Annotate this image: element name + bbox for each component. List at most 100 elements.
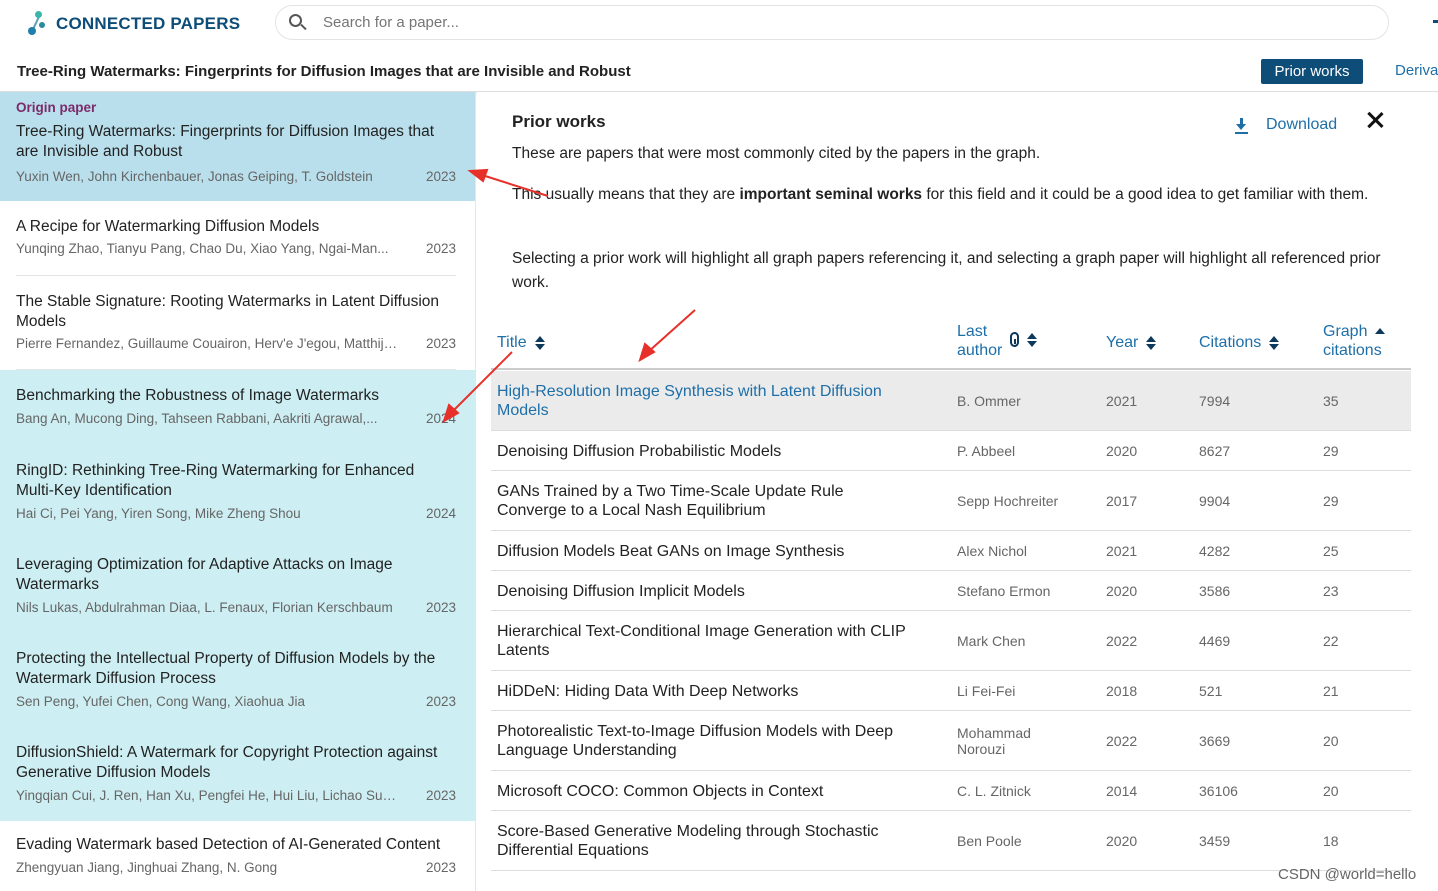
row-title[interactable]: HiDDeN: Hiding Data With Deep Networks [497,682,917,701]
table-row[interactable]: Denoising Diffusion Probabilistic Models… [491,431,1411,471]
row-title[interactable]: Hierarchical Text-Conditional Image Gene… [497,622,917,660]
panel-title: Prior works [512,112,606,131]
table-row[interactable]: Hierarchical Text-Conditional Image Gene… [491,611,1411,671]
origin-paper-label: Origin paper [16,100,97,115]
row-year: 2021 [1106,393,1138,409]
top-bar: CONNECTED PAPERS [0,0,1438,50]
row-graph-citations: 25 [1323,543,1339,559]
table-row[interactable]: HiDDeN: Hiding Data With Deep Networks L… [491,671,1411,711]
list-item-authors: Pierre Fernandez, Guillaume Couairon, He… [16,336,401,351]
prior-works-button[interactable]: Prior works [1261,59,1363,84]
search-box[interactable] [275,5,1389,40]
list-item-title: Tree-Ring Watermarks: Fingerprints for D… [16,123,435,160]
sort-citations-header[interactable]: Citations [1199,333,1280,352]
list-item[interactable]: Protecting the Intellectual Property of … [0,633,475,727]
row-title[interactable]: Denoising Diffusion Implicit Models [497,582,917,601]
table-row[interactable]: Photorealistic Text-to-Image Diffusion M… [491,711,1411,771]
list-item[interactable]: Evading Watermark based Detection of AI-… [0,821,475,891]
panel-description-3: Selecting a prior work will highlight al… [512,250,1381,291]
row-author: Ben Poole [957,833,1022,849]
row-citations: 4282 [1199,543,1231,559]
row-title[interactable]: Denoising Diffusion Probabilistic Models [497,442,917,461]
row-citations: 7994 [1199,393,1231,409]
list-item-title: RingID: Rethinking Tree-Ring Watermarkin… [16,462,415,499]
connected-papers-logo-icon [26,11,48,37]
logo[interactable]: CONNECTED PAPERS [26,11,240,37]
list-item-year: 2023 [425,336,456,351]
row-graph-citations: 35 [1323,393,1339,409]
search-input[interactable] [323,14,1223,31]
list-item-authors: Nils Lukas, Abdulrahman Diaa, L. Fenaux,… [16,600,393,615]
list-item[interactable]: RingID: Rethinking Tree-Ring Watermarkin… [0,445,475,539]
list-item-title: Protecting the Intellectual Property of … [16,650,436,687]
row-title[interactable]: Diffusion Models Beat GANs on Image Synt… [497,542,917,561]
row-title[interactable]: GANs Trained by a Two Time-Scale Update … [497,482,917,520]
row-author: Sepp Hochreiter [957,493,1059,509]
table-row[interactable]: High-Resolution Image Synthesis with Lat… [491,371,1411,431]
row-graph-citations: 21 [1323,683,1339,699]
list-item-title: The Stable Signature: Rooting Watermarks… [16,293,440,330]
list-item[interactable]: The Stable Signature: Rooting Watermarks… [0,276,475,370]
download-icon[interactable] [1234,118,1248,134]
row-title[interactable]: Score-Based Generative Modeling through … [497,822,917,860]
row-graph-citations: 22 [1323,633,1339,649]
row-title[interactable]: Photorealistic Text-to-Image Diffusion M… [497,722,917,760]
row-citations: 3586 [1199,583,1231,599]
row-title[interactable]: Microsoft COCO: Common Objects in Contex… [497,782,917,801]
row-graph-citations: 29 [1323,493,1339,509]
watermark: CSDN @world=hello [1278,866,1417,883]
list-item-authors: Yuxin Wen, John Kirchenbauer, Jonas Geip… [16,169,373,184]
graph-paper-title: Tree-Ring Watermarks: Fingerprints for D… [17,63,631,80]
row-title[interactable]: High-Resolution Image Synthesis with Lat… [497,382,917,420]
menu-edge-icon[interactable] [1433,20,1438,23]
row-year: 2014 [1106,783,1138,799]
download-button[interactable]: Download [1266,116,1337,134]
sort-last-author-header[interactable]: Last author [957,322,1038,360]
list-item-authors: Yunqing Zhao, Tianyu Pang, Chao Du, Xiao… [16,241,389,256]
row-author: B. Ommer [957,393,1021,409]
list-item-authors: Yingqian Cui, J. Ren, Han Xu, Pengfei He… [16,788,401,803]
list-item-authors: Bang An, Mucong Ding, Tahseen Rabbani, A… [16,411,378,426]
table-row[interactable]: Denoising Diffusion Implicit Models Stef… [491,571,1411,611]
list-item-title: Benchmarking the Robustness of Image Wat… [16,387,379,404]
origin-paper-item[interactable]: Origin paper Tree-Ring Watermarks: Finge… [0,92,475,201]
derivative-works-button[interactable]: Deriva [1395,62,1438,79]
list-item[interactable]: A Recipe for Watermarking Diffusion Mode… [0,201,475,276]
row-year: 2022 [1106,733,1138,749]
table-row[interactable]: Score-Based Generative Modeling through … [491,811,1411,871]
panel-description-1: These are papers that were most commonly… [512,145,1041,162]
row-graph-citations: 20 [1323,733,1339,749]
row-graph-citations: 18 [1323,833,1339,849]
list-item[interactable]: Benchmarking the Robustness of Image Wat… [0,370,475,445]
table-row[interactable]: Microsoft COCO: Common Objects in Contex… [491,771,1411,811]
row-author: Alex Nichol [957,543,1028,559]
row-citations: 36106 [1199,783,1238,799]
table-row[interactable]: GANs Trained by a Two Time-Scale Update … [491,471,1411,531]
list-item-authors: Sen Peng, Yufei Chen, Cong Wang, Xiaohua… [16,694,305,709]
list-item-year: 2023 [425,694,456,709]
paper-list: Origin paper Tree-Ring Watermarks: Finge… [0,92,476,891]
close-icon[interactable] [1366,111,1384,129]
row-author: P. Abbeel [957,443,1016,459]
sort-title-header[interactable]: Title [497,333,545,352]
row-author: Mohammad Norouzi [957,725,1031,757]
sort-icon [534,335,545,350]
list-item-title: DiffusionShield: A Watermark for Copyrig… [16,744,438,781]
row-year: 2020 [1106,583,1138,599]
row-citations: 521 [1199,683,1223,699]
sort-year-header[interactable]: Year [1106,333,1157,352]
row-author: Mark Chen [957,633,1026,649]
list-item[interactable]: DiffusionShield: A Watermark for Copyrig… [0,727,475,821]
list-item-year: 2023 [425,860,456,875]
table-row[interactable]: Diffusion Models Beat GANs on Image Synt… [491,531,1411,571]
row-citations: 8627 [1199,443,1231,459]
row-citations: 9904 [1199,493,1231,509]
sort-icon [1027,332,1038,347]
panel-description-2: This usually means that they are importa… [512,186,1369,203]
row-citations: 3669 [1199,733,1231,749]
sort-graph-citations-header[interactable]: Graph citations [1323,322,1386,360]
row-year: 2020 [1106,833,1138,849]
row-year: 2021 [1106,543,1138,559]
search-icon [289,13,307,32]
list-item[interactable]: Leveraging Optimization for Adaptive Att… [0,539,475,633]
